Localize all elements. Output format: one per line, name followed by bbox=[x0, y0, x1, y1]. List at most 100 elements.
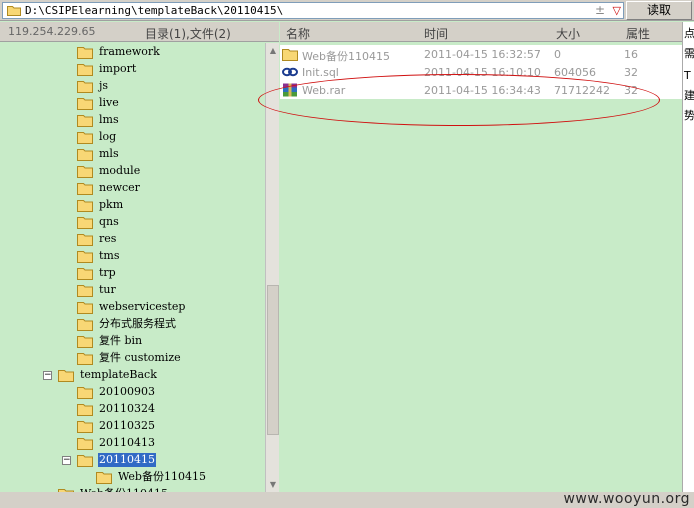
scroll-up-icon[interactable]: ▲ bbox=[267, 44, 279, 57]
file-name: Web备份110415 bbox=[302, 50, 390, 63]
tree-item-label: qns bbox=[99, 215, 119, 228]
path-text: D:\CSIPElearning\templateBack\20110415\ bbox=[25, 4, 284, 17]
tree-item-label: module bbox=[99, 164, 141, 177]
folder-icon bbox=[77, 437, 93, 450]
tree-item[interactable]: res bbox=[77, 231, 117, 247]
side-strip: 点 需 T 建 势 bbox=[682, 22, 694, 492]
strip-char: T bbox=[684, 69, 691, 82]
folder-icon bbox=[77, 318, 93, 331]
tree-item[interactable]: 复件 customize bbox=[77, 350, 182, 366]
tree-item-label: 20100903 bbox=[99, 385, 155, 398]
tree-item-label: 20110325 bbox=[99, 419, 155, 432]
tree-item[interactable]: live bbox=[77, 95, 120, 111]
folder-icon bbox=[7, 6, 21, 16]
tree-item[interactable]: 复件 bin bbox=[77, 333, 143, 349]
tree-item[interactable]: webservicestep bbox=[77, 299, 186, 315]
tree-item-label: tms bbox=[99, 249, 120, 262]
file-row[interactable]: Web备份110415 2011-04-15 16:32:57 0 16 bbox=[280, 45, 682, 63]
folder-icon bbox=[282, 49, 298, 61]
column-attr[interactable]: 属性 bbox=[626, 25, 650, 42]
folder-icon bbox=[77, 165, 93, 178]
watermark: www.wooyun.org bbox=[563, 491, 690, 507]
folder-icon bbox=[77, 80, 93, 93]
tree-item-label: live bbox=[99, 96, 119, 109]
scroll-down-icon[interactable]: ▼ bbox=[267, 478, 279, 491]
path-input[interactable]: D:\CSIPElearning\templateBack\20110415\ … bbox=[2, 2, 624, 19]
tree-item[interactable]: mls bbox=[77, 146, 120, 162]
collapse-icon[interactable]: − bbox=[62, 456, 71, 465]
path-toolbar: D:\CSIPElearning\templateBack\20110415\ … bbox=[0, 0, 694, 21]
tree-item-label: 复件 bin bbox=[99, 334, 143, 347]
folder-icon bbox=[77, 250, 93, 263]
tree-item-label: js bbox=[99, 79, 109, 92]
folder-icon bbox=[77, 233, 93, 246]
tree-item[interactable]: pkm bbox=[77, 197, 124, 213]
server-ip: 119.254.229.65 bbox=[8, 25, 96, 38]
folder-icon bbox=[77, 46, 93, 59]
tree-item-label: 20110324 bbox=[99, 402, 155, 415]
strip-char: 点 bbox=[684, 27, 694, 40]
column-size[interactable]: 大小 bbox=[556, 25, 580, 42]
annotation-ellipse bbox=[258, 74, 660, 126]
tree-item[interactable]: templateBack bbox=[58, 367, 158, 383]
folder-icon bbox=[58, 369, 74, 382]
tree-item[interactable]: tms bbox=[77, 248, 121, 264]
tree-item-label: webservicestep bbox=[99, 300, 186, 313]
folder-icon bbox=[77, 267, 93, 280]
tree-item[interactable]: 20110325 bbox=[77, 418, 156, 434]
tree-item-label: import bbox=[99, 62, 137, 75]
plus-minus-icon[interactable]: ± bbox=[595, 3, 605, 18]
sql-file-icon bbox=[282, 67, 298, 77]
tree-item-label: pkm bbox=[99, 198, 124, 211]
tree-item[interactable]: tur bbox=[77, 282, 117, 298]
tree-item-label: trp bbox=[99, 266, 116, 279]
tree-item[interactable]: 20110415 bbox=[77, 452, 156, 468]
directory-tree: framework import js live lms log mls module newc… bbox=[0, 43, 265, 492]
collapse-icon[interactable]: − bbox=[43, 371, 52, 380]
folder-icon bbox=[77, 63, 93, 76]
folder-icon bbox=[77, 199, 93, 212]
folder-icon bbox=[77, 182, 93, 195]
tree-item[interactable]: Web备份110415 bbox=[96, 469, 207, 485]
folder-icon bbox=[77, 131, 93, 144]
file-attr: 16 bbox=[624, 48, 638, 61]
folder-icon bbox=[77, 301, 93, 314]
tree-item-label: templateBack bbox=[80, 368, 157, 381]
folder-icon bbox=[77, 216, 93, 229]
tree-item[interactable]: import bbox=[77, 61, 137, 77]
tree-item[interactable]: lms bbox=[77, 112, 120, 128]
file-name: Init.sql bbox=[302, 66, 339, 79]
read-button[interactable]: 读取 bbox=[626, 1, 692, 20]
scroll-thumb[interactable] bbox=[267, 285, 279, 435]
folder-icon bbox=[77, 403, 93, 416]
tree-item-label: 分布式服务程式 bbox=[99, 317, 176, 330]
column-time[interactable]: 时间 bbox=[424, 25, 448, 42]
tree-item[interactable]: framework bbox=[77, 44, 161, 60]
chevron-down-icon[interactable]: ▽ bbox=[613, 3, 621, 18]
column-name[interactable]: 名称 bbox=[286, 25, 310, 42]
tree-item[interactable]: 20100903 bbox=[77, 384, 156, 400]
tree-item-label: 20110413 bbox=[99, 436, 155, 449]
folder-icon bbox=[77, 386, 93, 399]
tree-item-label: lms bbox=[99, 113, 119, 126]
tree-item[interactable]: trp bbox=[77, 265, 117, 281]
folder-icon bbox=[77, 97, 93, 110]
tree-item-label: res bbox=[99, 232, 117, 245]
folder-icon bbox=[77, 420, 93, 433]
tree-item[interactable]: qns bbox=[77, 214, 120, 230]
tree-item[interactable]: module bbox=[77, 163, 141, 179]
tree-item[interactable]: js bbox=[77, 78, 109, 94]
tree-item[interactable]: log bbox=[77, 129, 117, 145]
tree-item[interactable]: 分布式服务程式 bbox=[77, 316, 177, 332]
folder-icon bbox=[77, 352, 93, 365]
tree-item-label: log bbox=[99, 130, 117, 143]
tree-item-label: mls bbox=[99, 147, 119, 160]
tree-item-label: 复件 customize bbox=[99, 351, 181, 364]
tree-item-label: tur bbox=[99, 283, 116, 296]
tree-item[interactable]: newcer bbox=[77, 180, 141, 196]
strip-char: 势 bbox=[684, 109, 694, 122]
folder-open-icon bbox=[77, 454, 93, 467]
tree-item[interactable]: 20110413 bbox=[77, 435, 156, 451]
folder-icon bbox=[77, 148, 93, 161]
tree-item[interactable]: 20110324 bbox=[77, 401, 156, 417]
